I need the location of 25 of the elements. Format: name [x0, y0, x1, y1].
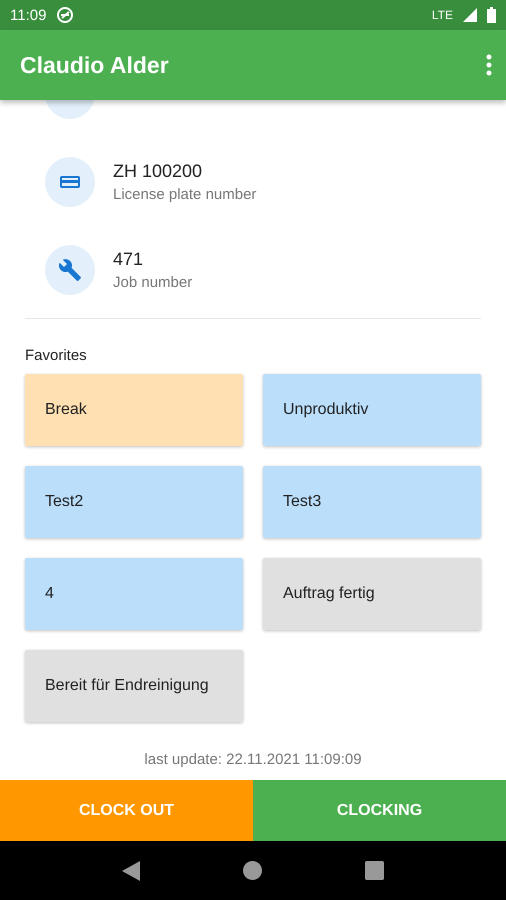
more-menu-icon[interactable]	[486, 54, 492, 76]
detail-label: License plate number	[113, 186, 256, 203]
last-update-text: last update: 22.11.2021 11:09:09	[143, 751, 363, 770]
recents-icon[interactable]	[365, 861, 384, 880]
network-type: LTE	[432, 8, 453, 22]
favorite-button[interactable]: Unproduktiv	[263, 374, 481, 446]
battery-icon	[487, 7, 496, 23]
favorite-button[interactable]: Bereit für Endreinigung	[25, 650, 243, 722]
sync-icon	[56, 6, 74, 24]
back-icon[interactable]	[122, 860, 140, 880]
section-title: Favorites	[25, 347, 88, 364]
card-icon	[45, 157, 95, 207]
favorite-button[interactable]: Test2	[25, 466, 243, 538]
detail-value: ZH 100200	[113, 161, 204, 182]
favorite-button[interactable]: Test3	[263, 466, 481, 538]
favorite-button[interactable]: 4	[25, 558, 243, 630]
detail-label: Job number	[113, 274, 192, 291]
wrench-icon	[45, 245, 95, 295]
detail-value: 471	[113, 249, 144, 270]
signal-icon	[463, 8, 477, 22]
app-title: Claudio Alder	[20, 52, 170, 78]
home-icon[interactable]	[242, 861, 262, 880]
favorite-button[interactable]: Auftrag fertig	[263, 558, 481, 630]
favorite-button[interactable]: Break	[25, 374, 243, 446]
status-time: 11:09	[10, 6, 46, 24]
